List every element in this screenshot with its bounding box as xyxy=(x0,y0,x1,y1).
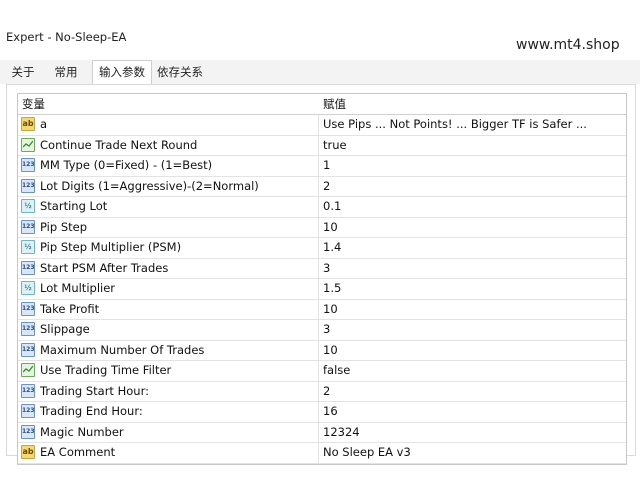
value-cell[interactable]: true xyxy=(323,136,626,156)
integer-type-icon: 123 xyxy=(21,322,35,336)
table-row[interactable]: ½ Lot Multiplier 1.5 xyxy=(18,279,626,300)
header-value[interactable]: 赋值 xyxy=(323,94,346,114)
watermark-text: www.mt4.shop xyxy=(516,37,620,53)
value-cell[interactable]: 10 xyxy=(323,300,626,320)
table-row[interactable]: 123 Pip Step 10 xyxy=(18,217,626,238)
integer-type-icon: 123 xyxy=(21,158,35,172)
tab-bar: 关于 常用 输入参数 依存关系 xyxy=(0,60,640,85)
variable-name: Pip Step Multiplier (PSM) xyxy=(40,240,182,254)
table-row[interactable]: ab a Use Pips ... Not Points! ... Bigger T… xyxy=(18,115,626,136)
variable-cell: 123 Pip Step xyxy=(18,217,319,237)
tab-about[interactable]: 关于 xyxy=(6,62,40,82)
variable-cell: Use Trading Time Filter xyxy=(18,361,319,381)
table-row[interactable]: Continue Trade Next Round true xyxy=(18,135,626,156)
value-cell[interactable]: false xyxy=(323,361,626,381)
variable-cell: 123 Trading Start Hour: xyxy=(18,381,319,401)
table-row[interactable]: 123 Start PSM After Trades 3 xyxy=(18,258,626,279)
integer-type-icon: 123 xyxy=(21,219,35,234)
table-row[interactable]: 123 MM Type (0=Fixed) - (1=Best) 1 xyxy=(18,156,626,177)
integer-type-icon: 123 xyxy=(21,260,35,275)
table-row[interactable]: 123 Take Profit 10 xyxy=(18,299,626,320)
value-cell[interactable]: 10 xyxy=(323,218,626,238)
value-cell[interactable]: 0.1 xyxy=(323,197,626,217)
value-cell[interactable]: 1.5 xyxy=(323,279,626,299)
variable-cell: ½ Pip Step Multiplier (PSM) xyxy=(18,238,319,258)
variable-cell: 123 Slippage xyxy=(18,320,319,340)
value-cell[interactable]: 2 xyxy=(323,177,626,197)
variable-name: Magic Number xyxy=(40,424,124,439)
double-type-icon: ½ xyxy=(21,199,35,213)
variable-cell: Continue Trade Next Round xyxy=(18,135,319,155)
variable-name: Maximum Number Of Trades xyxy=(40,342,205,357)
table-row[interactable]: 123 Trading Start Hour: 2 xyxy=(18,381,626,402)
double-type-icon: ½ xyxy=(21,281,35,295)
variable-name: MM Type (0=Fixed) - (1=Best) xyxy=(40,158,213,172)
tab-dependencies[interactable]: 依存关系 xyxy=(152,62,208,82)
integer-type-icon: 123 xyxy=(21,342,35,357)
variable-name: Slippage xyxy=(40,322,90,336)
variable-name: Trading Start Hour: xyxy=(40,383,149,398)
variable-cell: 123 Start PSM After Trades xyxy=(18,258,319,278)
value-cell[interactable]: 12324 xyxy=(323,423,626,443)
variable-name: a xyxy=(40,117,48,131)
integer-type-icon: 123 xyxy=(21,404,35,418)
table-row[interactable]: ab EA Comment No Sleep EA v3 xyxy=(18,443,626,464)
variable-cell: 123 MM Type (0=Fixed) - (1=Best) xyxy=(18,156,319,176)
variable-cell: ab a xyxy=(18,115,319,135)
table-header: 变量 赋值 xyxy=(18,94,626,115)
window-title: Expert - No-Sleep-EA xyxy=(6,30,127,44)
value-cell[interactable]: 2 xyxy=(323,382,626,402)
variable-cell: 123 Magic Number xyxy=(18,422,319,442)
variable-cell: 123 Lot Digits (1=Aggressive)-(2=Normal) xyxy=(18,176,319,196)
table-row[interactable]: 123 Magic Number 12324 xyxy=(18,422,626,443)
variable-name: Lot Multiplier xyxy=(40,281,116,295)
string-type-icon: ab xyxy=(21,445,35,459)
variable-name: Start PSM After Trades xyxy=(40,260,169,275)
variable-cell: ½ Starting Lot xyxy=(18,197,319,217)
variable-name: EA Comment xyxy=(40,445,116,459)
variable-cell: 123 Maximum Number Of Trades xyxy=(18,340,319,360)
table-row[interactable]: ½ Starting Lot 0.1 xyxy=(18,197,626,218)
variable-name: Continue Trade Next Round xyxy=(40,137,198,152)
value-cell[interactable]: Use Pips ... Not Points! ... Bigger TF i… xyxy=(323,115,626,135)
integer-type-icon: 123 xyxy=(21,178,35,193)
value-cell[interactable]: No Sleep EA v3 xyxy=(323,443,626,463)
variable-name: Pip Step xyxy=(40,219,88,234)
bool-type-icon xyxy=(21,137,35,152)
variable-name: Starting Lot xyxy=(40,199,108,213)
table-row[interactable]: 123 Slippage 3 xyxy=(18,320,626,341)
variable-name: Use Trading Time Filter xyxy=(40,363,172,377)
variable-name: Take Profit xyxy=(40,301,100,316)
parameters-table: 变量 赋值 ab a Use Pips ... Not Points! ... Bi… xyxy=(17,93,627,465)
string-type-icon: ab xyxy=(21,117,35,131)
double-type-icon: ½ xyxy=(21,240,35,254)
table-row[interactable]: ½ Pip Step Multiplier (PSM) 1.4 xyxy=(18,238,626,259)
table-row[interactable]: Use Trading Time Filter false xyxy=(18,361,626,382)
variable-cell: 123 Take Profit xyxy=(18,299,319,319)
table-row[interactable]: 123 Lot Digits (1=Aggressive)-(2=Normal) 2 xyxy=(18,176,626,197)
value-cell[interactable]: 1 xyxy=(323,156,626,176)
variable-cell: ab EA Comment xyxy=(18,443,319,463)
value-cell[interactable]: 16 xyxy=(323,402,626,422)
integer-type-icon: 123 xyxy=(21,383,35,398)
tab-inputs[interactable]: 输入参数 xyxy=(92,60,152,85)
inputs-panel: 变量 赋值 ab a Use Pips ... Not Points! ... Bi… xyxy=(6,84,636,465)
table-row[interactable]: 123 Trading End Hour: 16 xyxy=(18,402,626,423)
table-row[interactable]: 123 Maximum Number Of Trades 10 xyxy=(18,340,626,361)
value-cell[interactable]: 1.4 xyxy=(323,238,626,258)
window-titlebar: Expert - No-Sleep-EA www.mt4.shop xyxy=(0,0,640,56)
tab-common[interactable]: 常用 xyxy=(48,62,84,82)
variable-name: Trading End Hour: xyxy=(40,404,143,418)
bool-type-icon xyxy=(21,363,35,377)
value-cell[interactable]: 3 xyxy=(323,320,626,340)
integer-type-icon: 123 xyxy=(21,301,35,316)
integer-type-icon: 123 xyxy=(21,424,35,439)
variable-name: Lot Digits (1=Aggressive)-(2=Normal) xyxy=(40,178,259,193)
variable-cell: 123 Trading End Hour: xyxy=(18,402,319,422)
value-cell[interactable]: 3 xyxy=(323,259,626,279)
value-cell[interactable]: 10 xyxy=(323,341,626,361)
variable-cell: ½ Lot Multiplier xyxy=(18,279,319,299)
header-variable[interactable]: 变量 xyxy=(22,94,45,114)
